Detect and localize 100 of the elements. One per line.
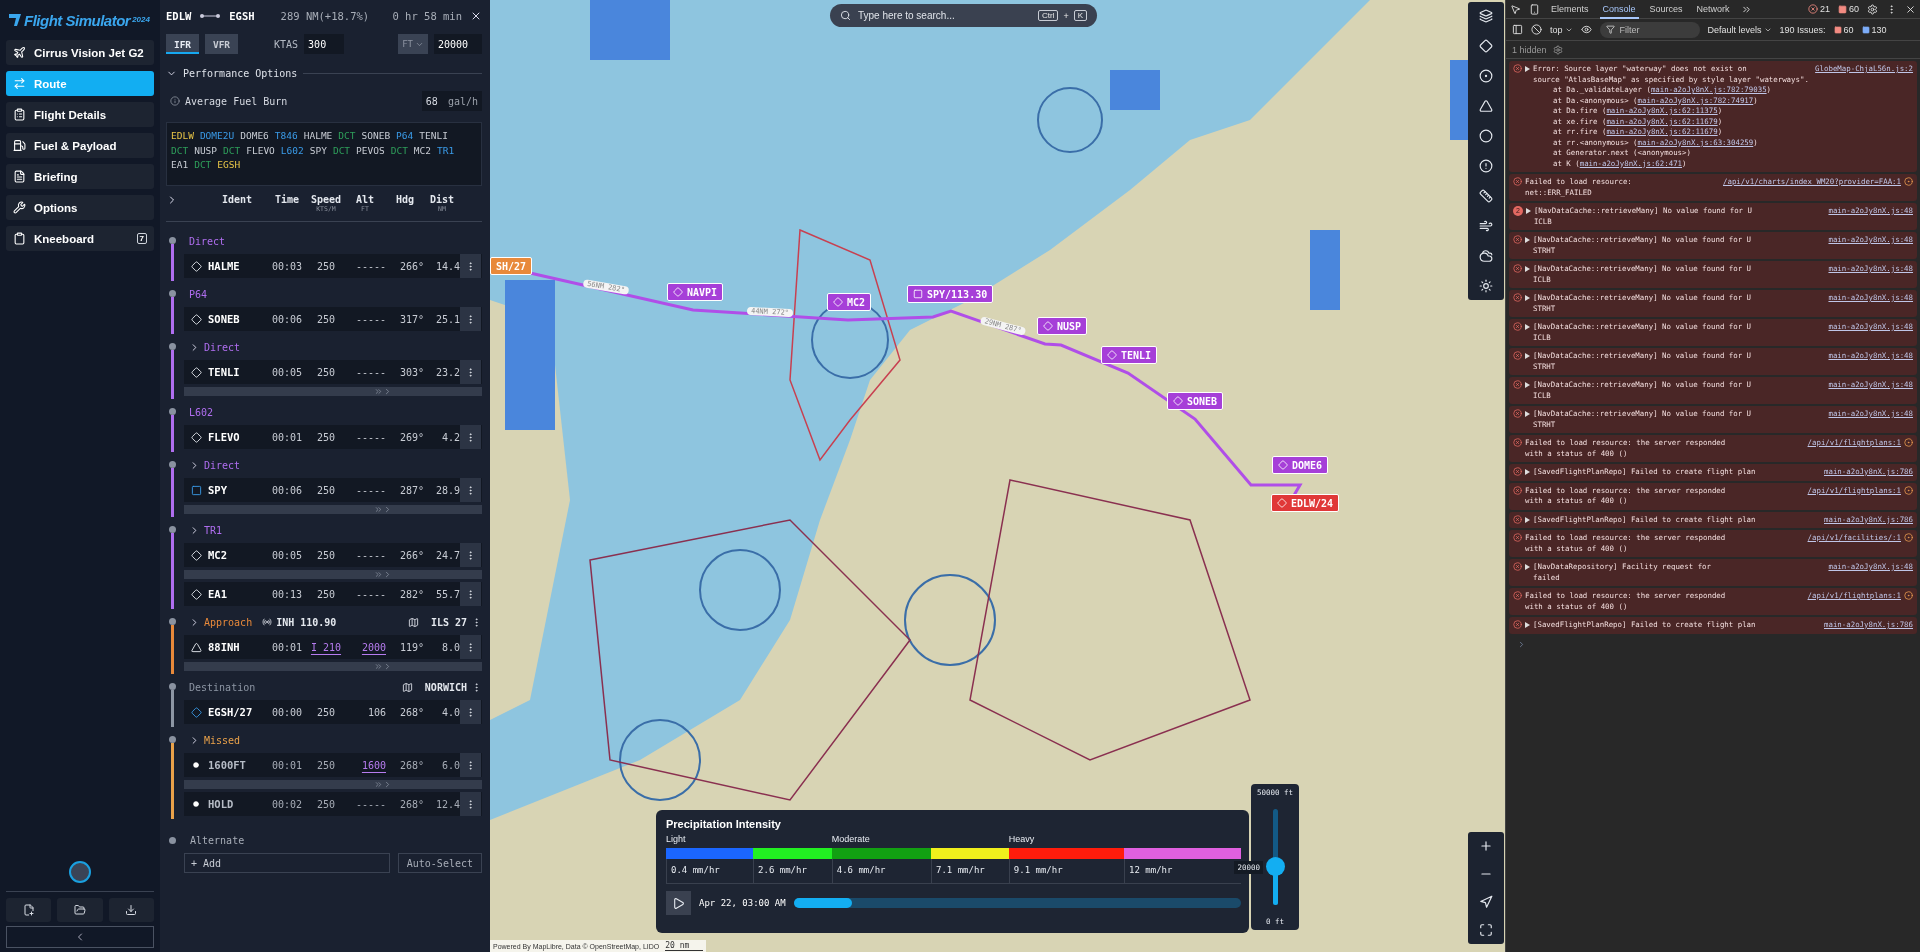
group-title: Direct	[189, 235, 226, 247]
waypoint-label[interactable]: TENLI	[1101, 346, 1158, 364]
leg-altitude: 106	[366, 706, 386, 718]
cloud-icon	[1479, 249, 1493, 263]
expand-triangle-icon[interactable]	[1525, 295, 1530, 301]
timeline-node	[168, 461, 176, 468]
circle-icon	[1479, 129, 1493, 143]
expand-triangle-icon[interactable]	[1525, 353, 1530, 359]
info-icon	[170, 96, 180, 106]
flight-rules-tab[interactable]: IFR	[166, 34, 199, 54]
flight-rules-tab[interactable]: VFR	[205, 34, 238, 54]
devtools-tab[interactable]: Network	[1693, 0, 1733, 19]
expand-triangle-icon[interactable]	[1525, 411, 1530, 417]
altitude-thumb[interactable]	[1266, 856, 1285, 876]
plus-icon	[1479, 839, 1493, 853]
navigation-arrow-icon	[1479, 895, 1493, 909]
search-bar[interactable]: Type here to search... Ctrl + K	[830, 4, 1097, 27]
group-title: L602	[189, 406, 214, 418]
error-icon	[1513, 177, 1522, 186]
search-input[interactable]: Type here to search...	[856, 9, 1033, 22]
diamond-icon	[190, 260, 202, 272]
route-string-field[interactable]: EDLW DOME2U DOME6 T846 HALME DCT SONEB P64 TENLI DCT NUSP DCT FLEVO L602 SPY DCT PEVOS DCT MC2 TR1 EA1 DCT EGSH	[166, 122, 482, 186]
diamond-icon	[1043, 321, 1053, 331]
close-icon	[1905, 3, 1916, 15]
nav-item[interactable]: Fuel & Payload	[6, 133, 154, 158]
hidden-count: 1 hidden	[1512, 44, 1547, 55]
waypoint-label[interactable]: SPY/113.30	[907, 285, 994, 303]
open-button[interactable]	[57, 898, 103, 922]
timeline-node	[168, 836, 176, 844]
waypoint-label[interactable]: NUSP	[1037, 317, 1088, 335]
waypoint-label[interactable]: MC2	[827, 293, 872, 311]
expand-triangle-icon[interactable]	[1525, 266, 1530, 272]
count-badge: 7	[136, 233, 147, 244]
intensity-label: Moderate	[831, 834, 871, 846]
diamond-icon	[1479, 39, 1493, 53]
diamond-icon	[1173, 396, 1183, 406]
expand-triangle-icon[interactable]	[1525, 516, 1530, 523]
diamond-icon	[1277, 498, 1287, 508]
plane-icon	[13, 46, 26, 59]
chart-name: NORWICH	[424, 681, 467, 693]
column-header: Hdg	[395, 194, 415, 205]
nav-item[interactable]: Kneeboard 7	[6, 226, 154, 251]
leg-distance: 12.4	[434, 798, 460, 810]
devtools-tab[interactable]: Console	[1599, 0, 1639, 19]
expand-triangle-icon[interactable]	[1525, 622, 1530, 628]
keyboard-key: Ctrl	[1037, 10, 1059, 21]
expand-triangle-icon[interactable]	[1525, 208, 1531, 214]
chevrons-icon	[374, 505, 383, 514]
altitude-input[interactable]: 20000	[434, 34, 482, 54]
filter-input[interactable]: Filter	[1617, 23, 1688, 36]
expand-triangle-icon[interactable]	[1525, 324, 1530, 330]
nav-item[interactable]: Briefing	[6, 164, 154, 189]
chevron-right-icon	[383, 570, 392, 579]
filter-field[interactable]: Filter	[1599, 21, 1700, 38]
sidebar-icon	[1512, 24, 1523, 35]
new-plan-button[interactable]	[6, 898, 52, 922]
fuel-pump-icon	[13, 139, 26, 152]
eye-icon	[1580, 24, 1592, 35]
nav-item[interactable]: Options	[6, 195, 154, 220]
origin-code: EDLW	[166, 10, 192, 22]
expand-triangle-icon[interactable]	[1525, 382, 1530, 388]
error-icon	[1513, 620, 1522, 629]
waypoint-label[interactable]: NAVPI	[667, 283, 724, 301]
issue-error-icon	[1833, 25, 1842, 34]
devtools-tab[interactable]: Elements	[1548, 0, 1592, 19]
fuel-burn-field[interactable]: 68 gal/h	[421, 91, 482, 111]
nav-item[interactable]: Cirrus Vision Jet G2	[6, 40, 154, 65]
avatar[interactable]	[69, 861, 91, 883]
leg-distance: 25.1	[434, 313, 460, 325]
group-title: TR1	[204, 524, 223, 536]
timeline-track[interactable]	[793, 898, 1241, 908]
speed-input[interactable]: 300	[304, 34, 345, 54]
leg-heading: 269°	[398, 431, 424, 443]
timeline-node	[168, 526, 176, 533]
leg-speed: 250	[315, 706, 337, 718]
filter-icon	[1605, 25, 1615, 34]
nav-item[interactable]: Flight Details	[6, 102, 154, 127]
auto-select-button[interactable]: Auto-Select	[397, 853, 482, 873]
devtools-tab[interactable]: Sources	[1646, 0, 1686, 19]
leg-distance: 8.0	[440, 641, 460, 653]
waypoint-label[interactable]: EDLW/24	[1271, 494, 1340, 512]
logo-year: 2024	[132, 15, 150, 24]
play-button[interactable]	[666, 891, 691, 915]
leg-time: 00:06	[270, 313, 304, 325]
expand-triangle-icon[interactable]	[1525, 66, 1530, 72]
download-button[interactable]	[108, 898, 154, 922]
key-plus: +	[1063, 10, 1069, 21]
add-button[interactable]: + Add	[184, 853, 390, 873]
error-icon	[1513, 514, 1522, 524]
close-icon	[470, 10, 482, 22]
waypoint-label[interactable]: DOME6	[1272, 456, 1329, 474]
clipboard-icon	[13, 108, 26, 121]
expand-triangle-icon[interactable]	[1525, 469, 1530, 475]
context-selector[interactable]: top	[1550, 24, 1573, 35]
expand-triangle-icon[interactable]	[1525, 237, 1530, 243]
close-button[interactable]	[470, 10, 482, 22]
leg-heading: 317°	[398, 313, 424, 325]
expand-triangle-icon[interactable]	[1525, 564, 1530, 570]
waypoint-label[interactable]: SONEB	[1167, 392, 1224, 410]
levels-dropdown[interactable]: Default levels	[1707, 24, 1772, 35]
